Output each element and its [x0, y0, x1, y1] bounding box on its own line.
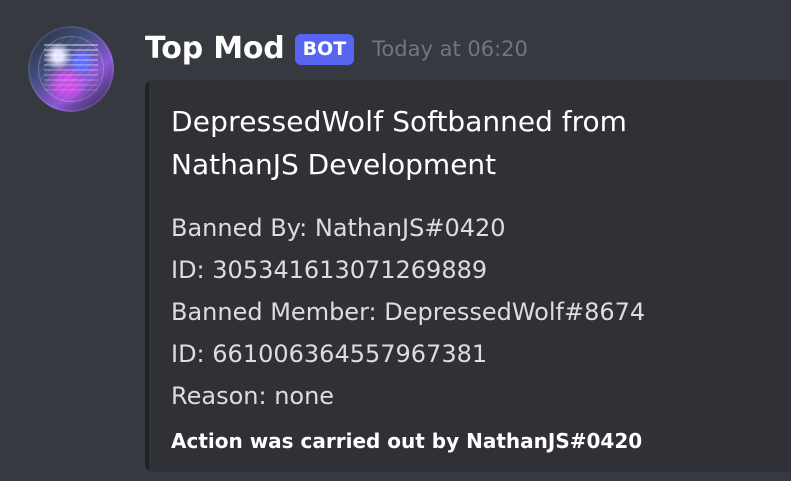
- embed-line-reason: Reason: none: [171, 375, 731, 417]
- embed-description: Banned By: NathanJS#0420 ID: 30534161307…: [171, 207, 731, 417]
- embed-line-banned-member: Banned Member: DepressedWolf#8674: [171, 291, 731, 333]
- message-header: Top Mod BOT Today at 06:20: [145, 26, 528, 72]
- embed-card: DepressedWolf Softbanned from NathanJS D…: [145, 80, 791, 472]
- banned-by-label: Banned By:: [171, 214, 315, 242]
- embed-footer: Action was carried out by NathanJS#0420: [171, 429, 643, 453]
- author-name[interactable]: Top Mod: [145, 34, 285, 64]
- banned-member-label: Banned Member:: [171, 298, 385, 326]
- avatar[interactable]: [28, 26, 114, 112]
- banned-by-value: NathanJS#0420: [314, 214, 506, 242]
- embed-title: DepressedWolf Softbanned from NathanJS D…: [171, 100, 741, 186]
- id-label: ID:: [171, 256, 213, 284]
- embed-accent-bar: [145, 80, 149, 472]
- reason-label: Reason:: [171, 382, 275, 410]
- embed-line-id-1: ID: 305341613071269889: [171, 249, 731, 291]
- embed-line-id-2: ID: 661006364557967381: [171, 333, 731, 375]
- reason-value: none: [274, 382, 335, 410]
- banned-member-value: DepressedWolf#8674: [384, 298, 646, 326]
- id-value-2: 661006364557967381: [212, 340, 488, 368]
- embed-line-banned-by: Banned By: NathanJS#0420: [171, 207, 731, 249]
- message-timestamp[interactable]: Today at 06:20: [372, 38, 528, 60]
- id-label-2: ID:: [171, 340, 213, 368]
- embed-title-name: DepressedWolf: [171, 105, 384, 138]
- id-value: 305341613071269889: [212, 256, 488, 284]
- bot-badge: BOT: [294, 33, 355, 65]
